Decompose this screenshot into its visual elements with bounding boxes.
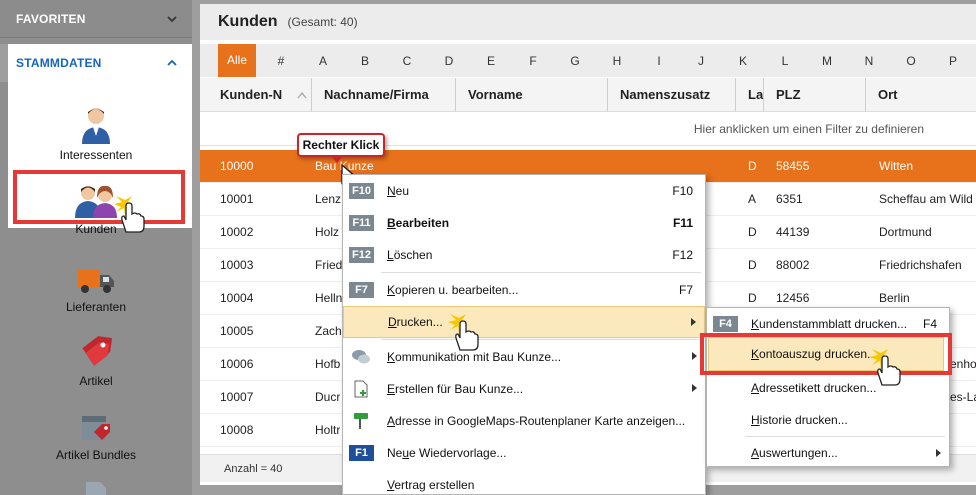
alpha-filter-f[interactable]: F [512,54,554,68]
print-submenu: F4 Kundenstammblatt drucken... F4 Histor… [706,307,950,467]
menu-separator [381,272,701,273]
new-document-icon [354,380,368,398]
submenu-item-historie[interactable]: Historie drucken... [707,404,949,436]
annotation-callout-tail [330,155,344,163]
column-header-kunden-nr[interactable]: Kunden-N [200,78,312,112]
sidebar-item-label: Interessenten [59,148,133,162]
key-badge: F7 [349,282,374,298]
context-menu: F10 Neu F10 F11 Bearbeiten F11 F12 Lösch… [342,174,706,495]
key-badge: F4 [713,316,738,332]
annotation-highlight-kontoauszug [700,333,952,375]
alpha-filter-m[interactable]: M [806,54,848,68]
menu-item-kommunikation[interactable]: Kommunikation mit Bau Kunze... [343,341,705,373]
menu-item-drucken[interactable]: Drucken... [343,306,705,338]
sidebar-section-stammdaten[interactable]: STAMMDATEN [0,44,192,82]
key-badge: F1 [349,445,374,461]
alpha-filter-o[interactable]: O [890,54,932,68]
hand-cursor-icon [870,349,901,386]
stammdaten-label: STAMMDATEN [16,56,102,70]
menu-item-wiedervorlage[interactable]: F1 Neue Wiedervorlage... [343,437,705,469]
sidebar-item-label: Kunden [75,222,117,236]
column-header-plz[interactable]: PLZ [764,78,866,112]
alpha-filter-l[interactable]: L [764,54,806,68]
submenu-arrow-icon [692,384,697,392]
key-badge: F12 [349,247,374,263]
column-header-ort[interactable]: Ort [866,78,976,112]
alpha-filter-k[interactable]: K [722,54,764,68]
annotation-highlight-kunden [13,170,185,224]
alpha-filter-alle[interactable]: Alle [218,44,256,77]
key-badge: F10 [349,183,374,199]
submenu-arrow-icon [691,318,696,326]
page-subtitle: (Gesamt: 40) [287,15,358,29]
person-icon [82,108,110,144]
hand-cursor-icon [114,196,145,233]
annotation-callout: Rechter Klick [297,133,385,157]
column-header-land[interactable]: La [736,78,764,112]
column-header-namenszusatz[interactable]: Namenszusatz [608,78,736,112]
submenu-arrow-icon [936,449,941,457]
map-pin-icon [354,413,368,429]
document-icon [86,482,106,495]
page-title: Kunden [218,13,278,30]
alpha-filter-i[interactable]: I [638,54,680,68]
sidebar-item-label: Artikel Bundles [55,448,137,462]
menu-separator [381,339,701,340]
menu-item-erstellen[interactable]: Erstellen für Bau Kunze... [343,373,705,405]
hand-cursor-icon [448,314,479,351]
alpha-filter-g[interactable]: G [554,54,596,68]
alpha-filter-c[interactable]: C [386,54,428,68]
page-header: Kunden (Gesamt: 40) [200,4,976,40]
alpha-filter-b[interactable]: B [344,54,386,68]
menu-item-bearbeiten[interactable]: F11 Bearbeiten F11 [343,207,705,239]
alpha-filter-j[interactable]: J [680,54,722,68]
alpha-filter-e[interactable]: E [470,54,512,68]
alpha-filter-a[interactable]: A [302,54,344,68]
menu-item-vertrag[interactable]: Vertrag erstellen [343,469,705,495]
sidebar-item-artikel[interactable]: Artikel [0,334,192,388]
chat-bubbles-icon [352,350,370,364]
sidebar-section-favoriten[interactable]: FAVORITEN [0,0,192,38]
sidebar-item-artikel-bundles[interactable]: Artikel Bundles [0,410,192,462]
sidebar-item-label: Artikel [79,374,113,388]
column-header-nachname[interactable]: Nachname/Firma [312,78,456,112]
alphabet-filter: Alle # A B C D E F G H I J K L M N O P [200,44,976,77]
menu-item-kopieren[interactable]: F7 Kopieren u. bearbeiten... F7 [343,274,705,306]
submenu-item-adressetikett[interactable]: Adressetikett drucken... [707,372,949,404]
alpha-filter-n[interactable]: N [848,54,890,68]
tag-icon [82,336,113,366]
alpha-filter-hash[interactable]: # [260,54,302,68]
sidebar-item-label: Lieferanten [65,300,127,314]
sort-ascending-icon [297,91,307,99]
menu-item-neu[interactable]: F10 Neu F10 [343,175,705,207]
chevron-down-icon [167,15,177,22]
sidebar-item-lieferanten[interactable]: Lieferanten [0,266,192,314]
alpha-filter-h[interactable]: H [596,54,638,68]
submenu-item-auswertungen[interactable]: Auswertungen... [707,437,949,469]
box-tag-icon [82,416,110,440]
key-badge: F11 [349,215,374,231]
sidebar: FAVORITEN STAMMDATEN Interessenten Kunde… [0,0,192,495]
menu-item-loeschen[interactable]: F12 Löschen F12 [343,239,705,271]
truck-icon [78,270,114,293]
column-headers: Kunden-N Nachname/Firma Vorname Namenszu… [200,78,976,112]
column-header-vorname[interactable]: Vorname [456,78,608,112]
submenu-arrow-icon [692,352,697,360]
alpha-filter-p[interactable]: P [932,54,974,68]
sidebar-item-interessenten[interactable]: Interessenten [0,106,192,162]
alpha-filter-d[interactable]: D [428,54,470,68]
favoriten-label: FAVORITEN [16,11,86,26]
chevron-up-icon [167,59,177,66]
menu-item-googlemaps[interactable]: Adresse in GoogleMaps-Routenplaner Karte… [343,405,705,437]
